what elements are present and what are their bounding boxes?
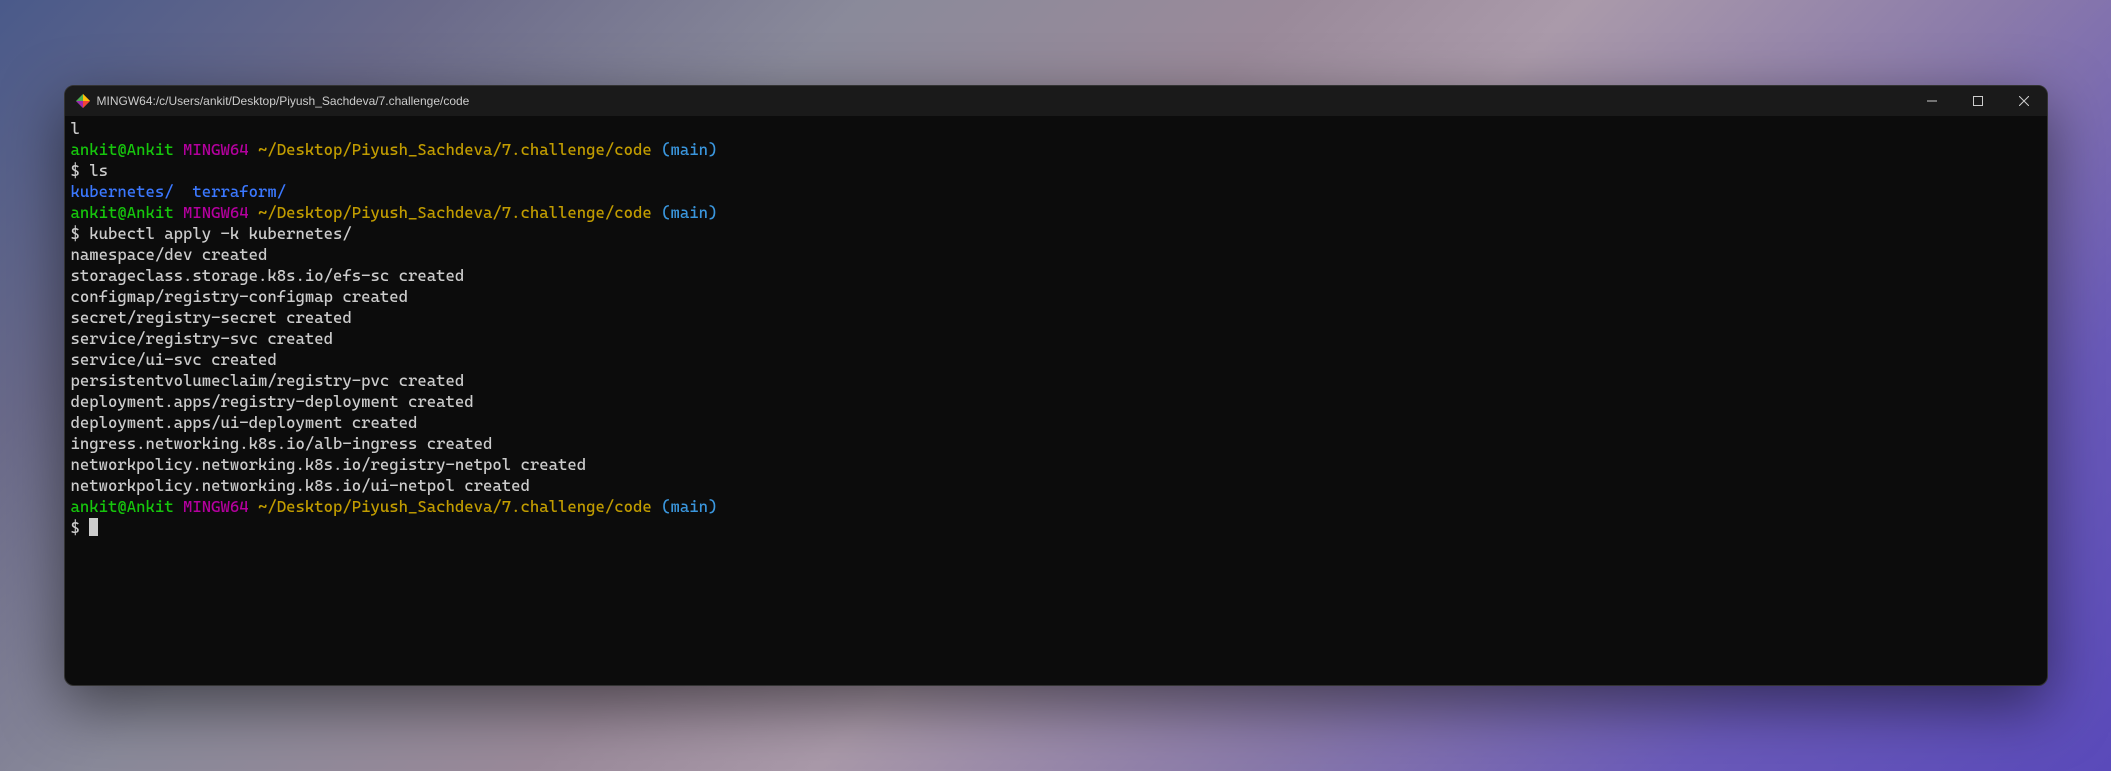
output-line: secret/registry-secret created [71, 307, 2041, 328]
output-line: l [71, 118, 2041, 139]
prompt-line: ankit@Ankit MINGW64 ~/Desktop/Piyush_Sac… [71, 202, 2041, 223]
window-controls [1909, 86, 2047, 116]
output-line: deployment.apps/registry-deployment crea… [71, 391, 2041, 412]
cursor [89, 518, 98, 536]
output-line: storageclass.storage.k8s.io/efs-sc creat… [71, 265, 2041, 286]
output-line: deployment.apps/ui-deployment created [71, 412, 2041, 433]
terminal-window: MINGW64:/c/Users/ankit/Desktop/Piyush_Sa… [64, 85, 2048, 686]
close-button[interactable] [2001, 86, 2047, 116]
output-line: kubernetes/ terraform/ [71, 181, 2041, 202]
terminal-body[interactable]: lankit@Ankit MINGW64 ~/Desktop/Piyush_Sa… [65, 116, 2047, 685]
prompt-line: ankit@Ankit MINGW64 ~/Desktop/Piyush_Sac… [71, 139, 2041, 160]
output-line: persistentvolumeclaim/registry-pvc creat… [71, 370, 2041, 391]
output-line: service/ui-svc created [71, 349, 2041, 370]
minimize-button[interactable] [1909, 86, 1955, 116]
output-line: service/registry-svc created [71, 328, 2041, 349]
output-line: namespace/dev created [71, 244, 2041, 265]
command-line: $ kubectl apply -k kubernetes/ [71, 223, 2041, 244]
output-line: networkpolicy.networking.k8s.io/registry… [71, 454, 2041, 475]
command-line[interactable]: $ [71, 517, 2041, 538]
titlebar: MINGW64:/c/Users/ankit/Desktop/Piyush_Sa… [65, 86, 2047, 116]
output-line: networkpolicy.networking.k8s.io/ui-netpo… [71, 475, 2041, 496]
git-bash-icon [75, 93, 91, 109]
output-line: ingress.networking.k8s.io/alb-ingress cr… [71, 433, 2041, 454]
command-line: $ ls [71, 160, 2041, 181]
titlebar-left: MINGW64:/c/Users/ankit/Desktop/Piyush_Sa… [75, 93, 470, 109]
maximize-button[interactable] [1955, 86, 2001, 116]
output-line: configmap/registry-configmap created [71, 286, 2041, 307]
window-title: MINGW64:/c/Users/ankit/Desktop/Piyush_Sa… [97, 94, 470, 108]
prompt-line: ankit@Ankit MINGW64 ~/Desktop/Piyush_Sac… [71, 496, 2041, 517]
